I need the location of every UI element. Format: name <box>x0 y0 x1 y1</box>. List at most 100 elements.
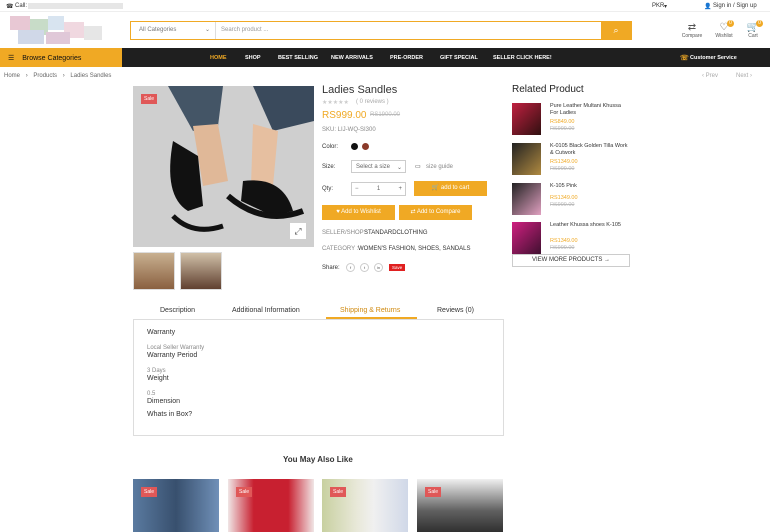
related-item-price: RS849.00 <box>550 119 575 125</box>
chevron-down-icon: ▾ <box>664 4 668 10</box>
search-icon: ⌕ <box>613 25 619 35</box>
blurred-phone <box>28 3 123 9</box>
sale-badge: Sale <box>425 487 442 497</box>
color-swatch-black[interactable] <box>351 143 358 150</box>
browse-categories-button[interactable]: ☰ Browse Categories <box>0 48 122 67</box>
related-item-price: RS1349.00 <box>550 238 578 244</box>
related-item[interactable]: K-105 Pink RS1349.00 RS999.00 <box>512 183 632 215</box>
product-thumbnail[interactable] <box>180 252 222 290</box>
weight-value: 0.5 <box>147 391 156 397</box>
size-guide-link[interactable]: size guide <box>426 164 453 170</box>
related-item-old-price: RS999.00 <box>550 166 575 172</box>
next-link[interactable]: Next › <box>736 73 752 79</box>
twitter-icon[interactable]: t <box>360 263 369 272</box>
prev-link[interactable]: ‹ Prev <box>702 73 718 79</box>
view-more-label: VIEW MORE PRODUCTS <box>531 257 603 263</box>
currency-select[interactable]: PKR <box>652 3 664 9</box>
related-item[interactable]: Leather Khussa shoes K-105 RS1349.00 RS9… <box>512 222 632 254</box>
pinterest-save-button[interactable]: Save <box>389 264 406 271</box>
search-bar: All Categories ⌄ Search product ... ⌕ <box>130 21 632 40</box>
breadcrumb-home[interactable]: Home <box>4 73 20 79</box>
add-to-compare-button[interactable]: ⇄ Add to Compare <box>399 205 472 220</box>
product-thumbnail[interactable] <box>133 252 175 290</box>
phone-icon: ☎ <box>6 4 14 10</box>
rating-stars: ★★★★★ <box>322 100 349 106</box>
whats-in-box-heading: Whats in Box? <box>147 411 193 418</box>
related-item[interactable]: Pure Leather Multani Khussa For Ladies R… <box>512 103 632 135</box>
quantity-stepper[interactable]: − 1 + <box>351 182 406 196</box>
related-item-image[interactable] <box>512 222 541 254</box>
seller-link[interactable]: STANDARDCLOTHING <box>364 230 428 236</box>
add-to-wishlist-button[interactable]: ♥ Add to Wishlist <box>322 205 395 220</box>
nav-gift-special[interactable]: GIFT SPECIAL <box>440 55 478 61</box>
related-item-name[interactable]: Pure Leather Multani Khussa For Ladies <box>550 103 628 117</box>
category-select[interactable]: All Categories ⌄ <box>131 22 216 39</box>
plus-button[interactable]: + <box>398 186 402 192</box>
color-swatch-brown[interactable] <box>362 143 369 150</box>
warranty-heading: Warranty <box>147 329 176 336</box>
related-item-name[interactable]: K-105 Pink <box>550 183 628 190</box>
add-compare-label: Add to Compare <box>416 209 461 215</box>
size-select[interactable]: Select a size ⌄ <box>351 160 406 173</box>
add-to-cart-button[interactable]: 🛒 add to cart <box>414 181 487 196</box>
product-card[interactable]: Sale <box>133 479 219 532</box>
nav-shop[interactable]: SHOP <box>245 55 261 61</box>
compare-button[interactable]: ⇄ Compare <box>680 22 704 39</box>
related-item-old-price: RS999.00 <box>550 245 575 251</box>
logo[interactable] <box>10 16 106 46</box>
related-item-name[interactable]: K-0105 Black Golden Tilla Work & Cutwork <box>550 143 628 157</box>
tab-description[interactable]: Description <box>160 307 195 314</box>
view-more-button[interactable]: VIEW MORE PRODUCTS → <box>512 254 630 267</box>
nav-pre-order[interactable]: PRE-ORDER <box>390 55 423 61</box>
header: All Categories ⌄ Search product ... ⌕ ⇄ … <box>0 12 770 48</box>
also-like-title: You May Also Like <box>283 455 353 464</box>
tab-shipping-returns[interactable]: Shipping & Returns <box>340 307 400 314</box>
linkedin-icon[interactable]: in <box>374 263 383 272</box>
warranty-period-value: 3 Days <box>147 368 166 374</box>
product-card[interactable]: Sale <box>417 479 503 532</box>
add-to-cart-label: add to cart <box>440 185 470 191</box>
heart-icon: ♥ <box>336 209 340 215</box>
size-label: Size: <box>322 164 336 170</box>
sale-badge: Sale <box>141 94 158 104</box>
headset-icon: ☏ <box>680 55 689 62</box>
facebook-icon[interactable]: f <box>346 263 355 272</box>
product-card[interactable]: Sale <box>228 479 314 532</box>
tab-reviews[interactable]: Reviews (0) <box>437 307 474 314</box>
product-main-image[interactable]: Sale ⤢ <box>133 86 314 247</box>
cart-label: Cart <box>748 33 758 39</box>
wishlist-count-badge: 0 <box>727 20 734 27</box>
signin-link[interactable]: Sign in / Sign up <box>713 3 757 9</box>
next-label: Next <box>736 73 749 79</box>
qty-value: 1 <box>376 186 381 192</box>
related-item[interactable]: K-0105 Black Golden Tilla Work & Cutwork… <box>512 143 632 175</box>
related-item-image[interactable] <box>512 183 541 215</box>
nav-new-arrivals[interactable]: NEW ARRIVALS <box>331 55 373 61</box>
reviews-link[interactable]: ( 0 reviews ) <box>356 99 389 105</box>
related-title: Related Product <box>512 84 584 95</box>
related-item-image[interactable] <box>512 143 541 175</box>
product-title: Ladies Sandles <box>322 84 398 96</box>
nav-best-selling[interactable]: BEST SELLING <box>278 55 318 61</box>
add-wishlist-label: Add to Wishlist <box>341 209 381 215</box>
nav-seller[interactable]: SELLER CLICK HERE! <box>493 55 552 61</box>
chevron-right-icon: › <box>62 73 65 79</box>
search-input[interactable]: Search product ... <box>221 27 268 33</box>
related-item-image[interactable] <box>512 103 541 135</box>
customer-service-link[interactable]: Customer Service <box>690 55 737 61</box>
related-item-name[interactable]: Leather Khussa shoes K-105 <box>550 222 628 229</box>
nav-home[interactable]: HOME <box>210 55 227 61</box>
related-item-old-price: RS999.00 <box>550 202 575 208</box>
breadcrumb-products[interactable]: Products <box>33 73 57 79</box>
product-card[interactable]: Sale <box>322 479 408 532</box>
breadcrumb: Home › Products › Ladies Sandles <box>4 73 111 79</box>
size-select-value: Select a size <box>356 164 391 170</box>
tab-additional-information[interactable]: Additional Information <box>232 307 300 314</box>
cart-icon: 🛒 <box>431 185 440 191</box>
minus-button[interactable]: − <box>355 186 359 192</box>
wishlist-button[interactable]: ♡ Wishlist 0 <box>712 20 736 39</box>
expand-icon[interactable]: ⤢ <box>290 223 306 239</box>
search-button[interactable]: ⌕ <box>601 22 631 39</box>
cart-button[interactable]: 🛒 Cart 0 <box>742 20 764 39</box>
category-links[interactable]: WOMEN'S FASHION, SHOES, SANDALS <box>358 246 471 252</box>
